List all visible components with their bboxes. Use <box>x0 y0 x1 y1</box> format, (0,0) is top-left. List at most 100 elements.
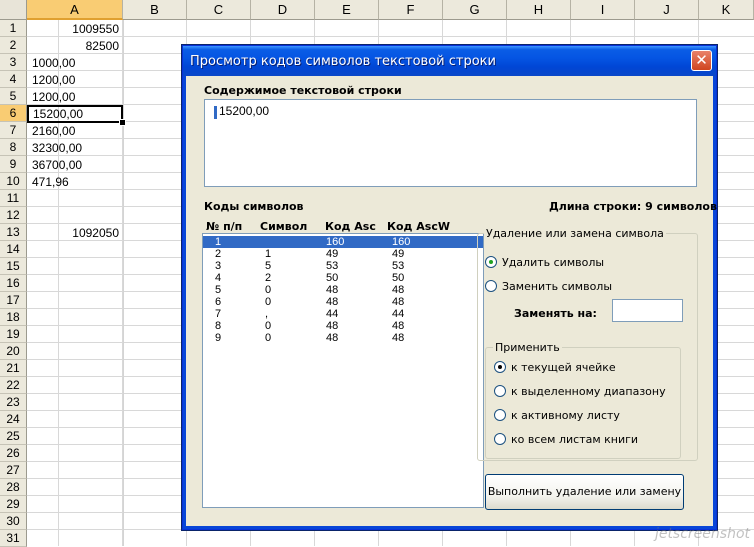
row-header[interactable]: 15 <box>0 258 27 275</box>
column-header-i[interactable]: I <box>571 0 635 20</box>
char-codes-list[interactable]: 1 160 160 2 1 49 49 3 5 53 53 4 2 50 50 … <box>202 233 484 508</box>
row-header[interactable]: 12 <box>0 207 27 224</box>
item-number: 6 <box>215 296 222 308</box>
row-header[interactable]: 28 <box>0 479 27 496</box>
row-header[interactable]: 2 <box>0 37 27 54</box>
row-header[interactable]: 21 <box>0 360 27 377</box>
row-header[interactable]: 9 <box>0 156 27 173</box>
cell-a8[interactable]: 32300,00 <box>28 140 122 156</box>
list-item[interactable]: 4 2 50 50 <box>203 272 483 284</box>
column-header-j[interactable]: J <box>635 0 699 20</box>
row-header[interactable]: 27 <box>0 462 27 479</box>
column-header-b[interactable]: B <box>123 0 187 20</box>
list-item[interactable]: 6 0 48 48 <box>203 296 483 308</box>
row-header[interactable]: 4 <box>0 71 27 88</box>
column-header-e[interactable]: E <box>315 0 379 20</box>
column-header-g[interactable]: G <box>443 0 507 20</box>
replace-radio-label[interactable]: Заменить символы <box>502 280 612 293</box>
row-header[interactable]: 11 <box>0 190 27 207</box>
replace-with-label: Заменять на: <box>514 307 597 320</box>
select-all-corner[interactable] <box>0 0 27 20</box>
list-item[interactable]: 3 5 53 53 <box>203 260 483 272</box>
row-header[interactable]: 5 <box>0 88 27 105</box>
row-header[interactable]: 31 <box>0 530 27 547</box>
column-header-f[interactable]: F <box>379 0 443 20</box>
row-header[interactable]: 16 <box>0 275 27 292</box>
list-header-ascw: Код AscW <box>387 220 450 233</box>
cell-a7[interactable]: 2160,00 <box>28 123 122 139</box>
row-header[interactable]: 10 <box>0 173 27 190</box>
apply-selected-range-label[interactable]: к выделенному диапазону <box>511 385 666 398</box>
item-ascw: 160 <box>392 236 411 248</box>
row-header[interactable]: 3 <box>0 54 27 71</box>
row-header-selected[interactable]: 6 <box>0 105 27 122</box>
cell-a1[interactable]: 1009550 <box>28 21 122 37</box>
row-header[interactable]: 20 <box>0 343 27 360</box>
close-button[interactable]: ✕ <box>691 50 712 71</box>
cell-a10[interactable]: 471,96 <box>28 174 122 190</box>
cell-a9[interactable]: 36700,00 <box>28 157 122 173</box>
row-header[interactable]: 23 <box>0 394 27 411</box>
list-header-asc: Код Asc <box>325 220 376 233</box>
row-header[interactable]: 1 <box>0 20 27 37</box>
row-header[interactable]: 26 <box>0 445 27 462</box>
delete-radio-label[interactable]: Удалить символы <box>502 256 604 269</box>
list-header-symbol: Символ <box>260 220 308 233</box>
row-header[interactable]: 14 <box>0 241 27 258</box>
list-item-selected[interactable]: 1 160 160 <box>203 236 483 248</box>
active-cell-a6[interactable]: 15200,00 <box>27 105 123 123</box>
item-asc: 48 <box>326 296 339 308</box>
row-header[interactable]: 13 <box>0 224 27 241</box>
item-ascw: 50 <box>392 272 405 284</box>
apply-selected-range-radio[interactable] <box>494 385 506 397</box>
string-content-value: 15200,00 <box>219 104 270 118</box>
cell-a4[interactable]: 1200,00 <box>28 72 122 88</box>
row-header[interactable]: 29 <box>0 496 27 513</box>
item-symbol: 1 <box>265 248 272 260</box>
replace-with-input[interactable] <box>612 299 683 322</box>
apply-current-cell-label[interactable]: к текущей ячейке <box>511 361 616 374</box>
row-header[interactable]: 17 <box>0 292 27 309</box>
mode-group-title: Удаление или замена символа <box>484 227 666 240</box>
list-item[interactable]: 2 1 49 49 <box>203 248 483 260</box>
list-item[interactable]: 8 0 48 48 <box>203 320 483 332</box>
row-header[interactable]: 18 <box>0 309 27 326</box>
apply-active-sheet-label[interactable]: к активному листу <box>511 409 620 422</box>
watermark: jetscreenshot <box>654 526 750 542</box>
row-header[interactable]: 25 <box>0 428 27 445</box>
item-ascw: 49 <box>392 248 405 260</box>
row-header[interactable]: 7 <box>0 122 27 139</box>
list-item[interactable]: 5 0 48 48 <box>203 284 483 296</box>
replace-radio[interactable] <box>485 280 497 292</box>
item-asc: 44 <box>326 308 339 320</box>
item-asc: 48 <box>326 332 339 344</box>
row-header[interactable]: 8 <box>0 139 27 156</box>
apply-all-sheets-label[interactable]: ко всем листам книги <box>511 433 638 446</box>
delete-radio[interactable] <box>485 256 497 268</box>
row-header[interactable]: 24 <box>0 411 27 428</box>
cell-a5[interactable]: 1200,00 <box>28 89 122 105</box>
column-header-h[interactable]: H <box>507 0 571 20</box>
item-number: 3 <box>215 260 222 272</box>
column-header-d[interactable]: D <box>251 0 315 20</box>
cell-a13[interactable]: 1092050 <box>28 225 122 241</box>
item-asc: 48 <box>326 320 339 332</box>
list-item[interactable]: 7 , 44 44 <box>203 308 483 320</box>
column-header-c[interactable]: C <box>187 0 251 20</box>
cell-a3[interactable]: 1000,00 <box>28 55 122 71</box>
item-asc: 49 <box>326 248 339 260</box>
column-header-k[interactable]: K <box>699 0 754 20</box>
apply-current-cell-radio[interactable] <box>494 361 506 373</box>
list-item[interactable]: 9 0 48 48 <box>203 332 483 344</box>
execute-button[interactable]: Выполнить удаление или замену <box>485 474 684 510</box>
column-header-a[interactable]: A <box>27 0 123 20</box>
row-header[interactable]: 19 <box>0 326 27 343</box>
cell-a2[interactable]: 82500 <box>28 38 122 54</box>
row-header[interactable]: 22 <box>0 377 27 394</box>
apply-active-sheet-radio[interactable] <box>494 409 506 421</box>
item-symbol: 0 <box>265 332 272 344</box>
row-header[interactable]: 30 <box>0 513 27 530</box>
string-content-field[interactable]: 15200,00 <box>204 99 697 187</box>
dialog-titlebar[interactable]: Просмотр кодов символов текстовой строки… <box>183 46 716 76</box>
apply-all-sheets-radio[interactable] <box>494 433 506 445</box>
